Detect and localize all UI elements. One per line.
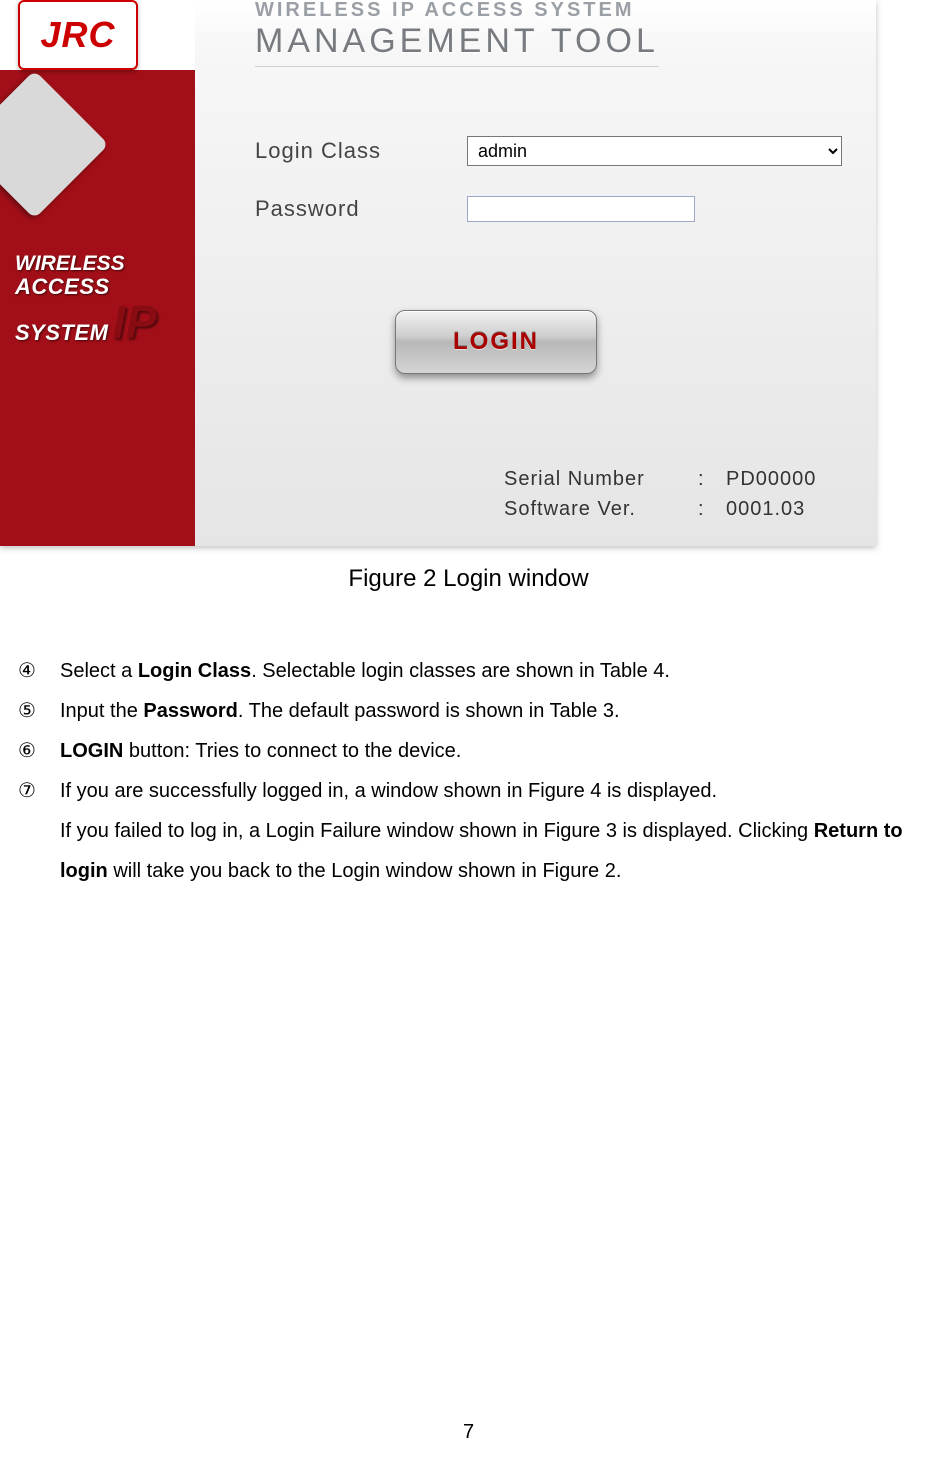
login-screenshot: JRC WIRELESS ACCESS SYSTEMIP WIRELESS IP… — [0, 0, 876, 546]
login-class-label: Login Class — [255, 140, 445, 162]
step-marker: ⑥ — [18, 731, 40, 771]
step-text: LOGIN button: Tries to connect to the de… — [60, 731, 935, 771]
version-label: Software Ver. — [504, 494, 684, 524]
step-7: ⑦ If you are successfully logged in, a w… — [18, 771, 935, 811]
antenna-illustration — [0, 70, 109, 218]
login-button[interactable]: LOGIN — [395, 310, 597, 374]
password-row: Password — [255, 196, 695, 222]
step-4: ④ Select a Login Class. Selectable login… — [18, 651, 935, 691]
version-value: 0001.03 — [726, 494, 846, 524]
version-row: Software Ver. : 0001.03 — [504, 494, 846, 524]
serial-value: PD00000 — [726, 464, 846, 494]
figure-caption: Figure 2 Login window — [0, 562, 937, 596]
header-subtitle: WIRELESS IP ACCESS SYSTEM — [255, 0, 659, 20]
login-button-label: LOGIN — [453, 330, 539, 354]
header: WIRELESS IP ACCESS SYSTEM MANAGEMENT TOO… — [255, 0, 659, 67]
step-text: Select a Login Class. Selectable login c… — [60, 651, 935, 691]
login-content: WIRELESS IP ACCESS SYSTEM MANAGEMENT TOO… — [195, 0, 876, 546]
jrc-logo: JRC — [18, 0, 138, 70]
step-text: If you are successfully logged in, a win… — [60, 771, 935, 811]
step-marker: ⑦ — [18, 771, 40, 811]
tagline-ip: IP — [112, 299, 156, 345]
step-5: ⑤ Input the Password. The default passwo… — [18, 691, 935, 731]
step-7-extra: If you failed to log in, a Login Failure… — [18, 811, 935, 891]
step-text: Input the Password. The default password… — [60, 691, 935, 731]
step-text: If you failed to log in, a Login Failure… — [60, 811, 935, 891]
step-6: ⑥ LOGIN button: Tries to connect to the … — [18, 731, 935, 771]
sidebar-tagline: WIRELESS ACCESS SYSTEMIP — [15, 252, 195, 345]
password-input[interactable] — [467, 196, 695, 222]
login-sidebar: JRC WIRELESS ACCESS SYSTEMIP — [0, 0, 195, 546]
login-class-select[interactable]: admin — [467, 136, 842, 166]
password-label: Password — [255, 198, 445, 220]
tagline-line1: WIRELESS — [15, 252, 195, 275]
jrc-logo-text: JRC — [40, 17, 115, 53]
serial-label: Serial Number — [504, 464, 684, 494]
device-info: Serial Number : PD00000 Software Ver. : … — [504, 464, 846, 524]
step-marker: ④ — [18, 651, 40, 691]
instruction-list: ④ Select a Login Class. Selectable login… — [18, 651, 937, 891]
page-number: 7 — [0, 1421, 937, 1464]
step-marker: ⑤ — [18, 691, 40, 731]
tagline-line2: ACCESS SYSTEMIP — [15, 275, 195, 345]
serial-row: Serial Number : PD00000 — [504, 464, 846, 494]
header-title: MANAGEMENT TOOL — [255, 24, 659, 67]
login-class-row: Login Class admin — [255, 136, 842, 166]
